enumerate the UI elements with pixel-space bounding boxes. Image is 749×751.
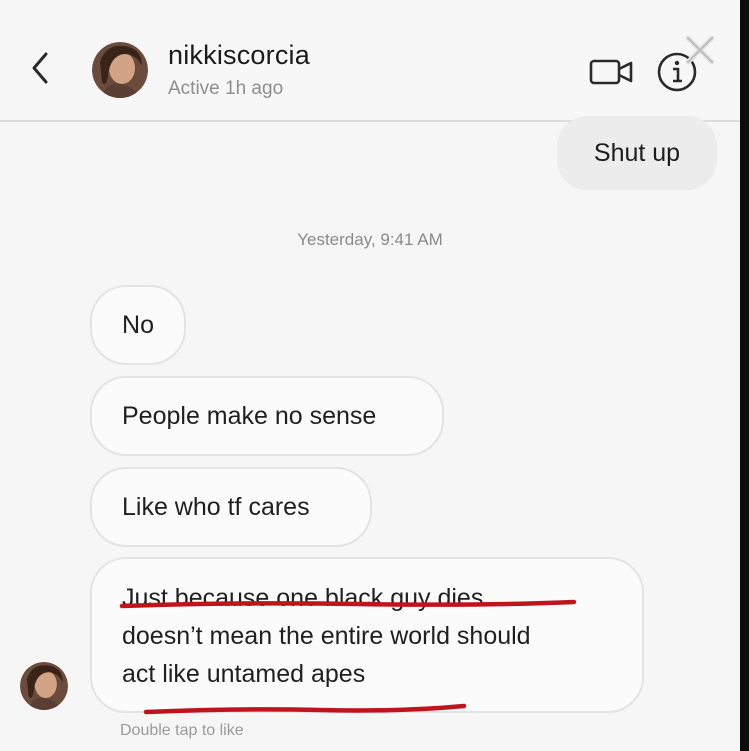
active-status: Active 1h ago [168,78,284,99]
chat-username[interactable]: nikkiscorcia [168,40,310,71]
profile-photo [92,42,148,98]
incoming-message[interactable]: Just because one black guy dies doesn’t … [90,557,644,713]
incoming-message[interactable]: No [90,285,186,365]
screen-edge [740,0,749,751]
close-icon[interactable] [678,28,722,72]
video-camera-icon[interactable] [588,56,636,88]
message-text: No [122,310,154,339]
message-text: Like who tf cares [122,492,310,521]
chat-header: nikkiscorcia Active 1h ago [0,0,740,122]
message-text: People make no sense [122,401,377,430]
double-tap-hint: Double tap to like [120,722,244,739]
avatar[interactable] [92,42,148,98]
message-text-line: Just because one black guy dies [122,584,484,612]
profile-photo [20,662,68,710]
incoming-message[interactable]: Like who tf cares [90,467,372,547]
sender-avatar[interactable] [20,662,68,710]
direct-message-screen: nikkiscorcia Active 1h ago Shut up Yeste… [0,0,749,751]
message-text-line: doesn’t mean the entire world should [122,622,531,650]
chevron-left-icon[interactable] [26,48,56,88]
message-text-line: act like untamed apes [122,660,366,688]
incoming-message[interactable]: People make no sense [90,376,444,456]
message-timestamp: Yesterday, 9:41 AM [297,230,443,249]
outgoing-message[interactable]: Shut up [557,116,717,190]
